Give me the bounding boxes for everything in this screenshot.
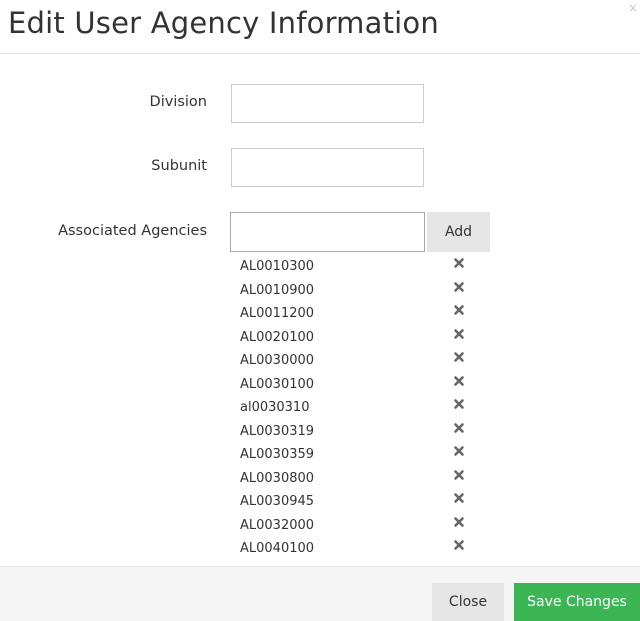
save-changes-button[interactable]: Save Changes [514, 583, 640, 621]
agency-code: AL0030319 [240, 423, 315, 439]
agency-list-item: AL0030319 [240, 421, 480, 445]
agency-code: al0030310 [240, 400, 310, 415]
agency-list-item: AL0020100 [240, 327, 480, 351]
agency-list-item: AL0011200 [240, 303, 480, 327]
remove-x-icon[interactable] [452, 515, 466, 529]
remove-x-icon[interactable] [452, 468, 466, 482]
modal-header: Edit User Agency Information × [0, 0, 640, 54]
associated-agency-input[interactable] [230, 212, 425, 252]
remove-x-icon[interactable] [452, 421, 466, 435]
remove-x-icon[interactable] [452, 303, 466, 317]
modal-title: Edit User Agency Information [8, 6, 439, 40]
agency-code: AL0032000 [240, 517, 315, 533]
agency-list-item: AL0010900 [240, 280, 480, 304]
edit-user-agency-modal: Edit User Agency Information × Division … [0, 0, 640, 621]
agency-list-item: AL0030945 [240, 491, 480, 515]
remove-x-icon[interactable] [452, 397, 466, 411]
division-input[interactable] [231, 84, 424, 123]
agency-list-item: AL0030000 [240, 350, 480, 374]
agency-list-item: AL0032000 [240, 515, 480, 539]
agency-code: AL0010300 [240, 259, 315, 274]
remove-x-icon[interactable] [452, 491, 466, 505]
agency-list-item: AL0040100 [240, 538, 480, 562]
agency-list-item: AL0010300 [240, 256, 480, 280]
agency-list-item: AL0030800 [240, 468, 480, 492]
associated-agencies-label: Associated Agencies [58, 223, 207, 239]
remove-x-icon[interactable] [452, 327, 466, 341]
subunit-input[interactable] [231, 148, 424, 187]
remove-x-icon[interactable] [452, 444, 466, 458]
agency-code: AL0030945 [240, 494, 315, 509]
agency-code: AL0011200 [240, 306, 315, 321]
agency-code: AL0010900 [240, 282, 315, 298]
remove-x-icon[interactable] [452, 280, 466, 294]
remove-x-icon[interactable] [452, 374, 466, 388]
remove-x-icon[interactable] [452, 538, 466, 552]
division-label: Division [149, 94, 207, 110]
agency-code: AL0030100 [240, 376, 315, 392]
agency-code: AL0030000 [240, 353, 315, 368]
agency-code: AL0020100 [240, 329, 315, 345]
subunit-label: Subunit [151, 158, 207, 174]
modal-close-icon[interactable]: × [628, 2, 638, 14]
agency-code: AL0030359 [240, 447, 315, 462]
agency-list-item: AL0030100 [240, 374, 480, 398]
agency-code: AL0040100 [240, 541, 315, 556]
agency-list: AL0010300 AL0010900 AL0011200 AL0020100 AL00… [240, 256, 480, 562]
remove-x-icon[interactable] [452, 350, 466, 364]
add-agency-button[interactable]: Add [427, 212, 490, 252]
agency-list-item: AL0030359 [240, 444, 480, 468]
agency-code: AL0030800 [240, 470, 315, 486]
remove-x-icon[interactable] [452, 256, 466, 270]
modal-footer: Close Save Changes [0, 566, 640, 621]
agency-list-item: al0030310 [240, 397, 480, 421]
close-button[interactable]: Close [432, 583, 504, 621]
